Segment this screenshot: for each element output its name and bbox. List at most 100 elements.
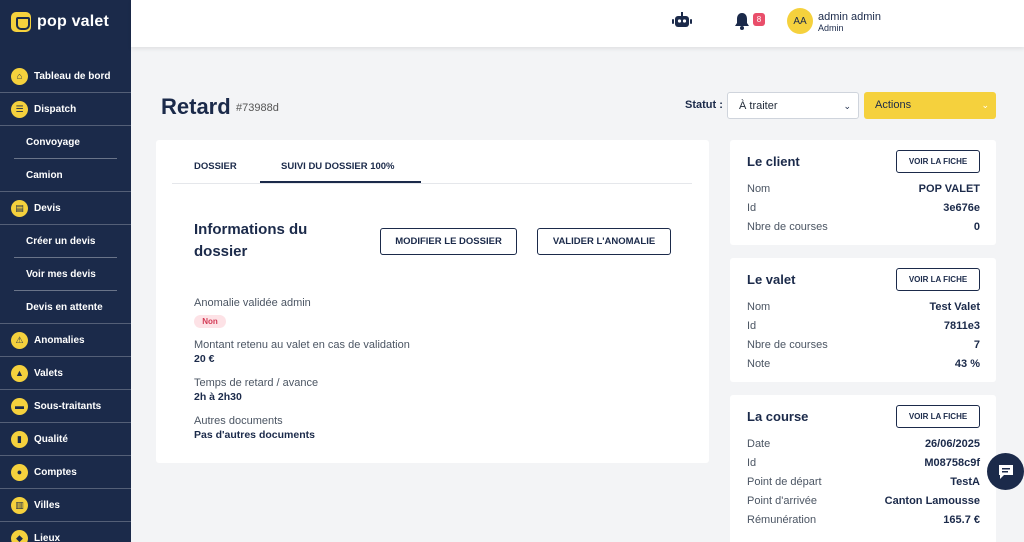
active-tab-indicator — [260, 181, 421, 183]
sidebar-item-creer-un-devis[interactable]: Créer un devis — [0, 225, 131, 258]
sidebar-item-label: Sous-traitants — [34, 400, 102, 412]
client-view-button[interactable]: VOIR LA FICHE — [896, 150, 980, 173]
robot-assistant-icon[interactable] — [672, 12, 692, 30]
warning-icon: ⚠ — [11, 331, 28, 349]
valet-row-label: Id — [747, 320, 757, 332]
sidebar-item-dispatch[interactable]: ☰ Dispatch — [0, 93, 131, 126]
client-card-title: Le client — [747, 154, 800, 169]
status-badge: Non — [194, 315, 226, 328]
client-row-label: Id — [747, 202, 757, 214]
valet-row-value: 43 % — [954, 358, 980, 370]
modify-dossier-button[interactable]: MODIFIER LE DOSSIER — [380, 228, 517, 255]
tab-divider — [172, 183, 692, 184]
sidebar-item-label: Qualité — [34, 433, 68, 445]
home-icon: ⌂ — [11, 67, 28, 85]
field-label-montant: Montant retenu au valet en cas de valida… — [194, 339, 410, 351]
tab-suivi-du-dossier[interactable]: SUIVI DU DOSSIER 100% — [281, 161, 395, 172]
client-row-value: 3e676e — [943, 202, 980, 214]
statut-select[interactable]: À traiter ⌄ — [727, 92, 859, 119]
car-icon: ▲ — [11, 364, 28, 382]
document-icon: ▤ — [11, 199, 28, 217]
page-title: Retard — [161, 94, 231, 119]
course-row-value: M08758c9f — [924, 457, 980, 469]
validate-anomaly-button[interactable]: VALIDER L'ANOMALIE — [537, 228, 671, 255]
sidebar-item-label: Créer un devis — [26, 236, 96, 247]
course-row-value: Canton Lamousse — [884, 495, 980, 507]
page-reference: #73988d — [236, 102, 279, 114]
sidebar-item-camion[interactable]: Camion — [0, 159, 131, 192]
sidebar-item-voir-mes-devis[interactable]: Voir mes devis — [0, 258, 131, 291]
brand-logo[interactable]: pop valet — [0, 0, 131, 44]
pin-icon: ◆ — [11, 529, 28, 542]
valet-row-label: Nom — [747, 301, 771, 313]
chat-button[interactable] — [987, 453, 1024, 490]
sidebar-item-qualite[interactable]: ▮ Qualité — [0, 423, 131, 456]
field-label-autres-documents: Autres documents — [194, 415, 283, 427]
course-row-value: TestA — [950, 476, 980, 488]
avatar[interactable]: AA — [787, 8, 813, 34]
client-row-label: Nbre de courses — [747, 221, 828, 233]
clipboard-icon: ▮ — [11, 430, 28, 448]
field-value-temps-retard: 2h à 2h30 — [194, 391, 242, 403]
course-view-button[interactable]: VOIR LA FICHE — [896, 405, 980, 428]
statut-value: À traiter — [739, 100, 778, 112]
sidebar-item-label: Comptes — [34, 466, 77, 478]
client-row-value: POP VALET — [918, 183, 980, 195]
sidebar-item-tableau-de-bord[interactable]: ⌂ Tableau de bord — [0, 60, 131, 93]
field-label-temps-retard: Temps de retard / avance — [194, 377, 319, 389]
sidebar-item-sous-traitants[interactable]: ▬ Sous-traitants — [0, 390, 131, 423]
sidebar-item-label: Tableau de bord — [34, 70, 111, 82]
course-row-label: Point de départ — [747, 476, 822, 488]
sidebar-item-label: Devis en attente — [26, 302, 103, 313]
section-title: Informations du dossier — [194, 221, 308, 260]
sidebar-item-label: Convoyage — [26, 137, 80, 148]
sidebar-item-devis-en-attente[interactable]: Devis en attente — [0, 291, 131, 324]
course-card-title: La course — [747, 409, 809, 424]
course-row-label: Rémunération — [747, 514, 817, 526]
sidebar-item-label: Devis — [34, 202, 61, 214]
city-icon: ▥ — [11, 496, 28, 514]
sidebar-item-devis[interactable]: ▤ Devis — [0, 192, 131, 225]
chevron-down-icon: ⌄ — [981, 100, 989, 110]
notification-count-badge: 8 — [753, 13, 765, 26]
sidebar-item-valets[interactable]: ▲ Valets — [0, 357, 131, 390]
valet-view-button[interactable]: VOIR LA FICHE — [896, 268, 980, 291]
sidebar: pop valet ⌂ Tableau de bord ☰ Dispatch Convo… — [0, 0, 131, 542]
sidebar-item-label: Villes — [34, 499, 60, 511]
bell-icon[interactable] — [734, 12, 750, 30]
sidebar-item-label: Lieux — [34, 532, 61, 542]
user-name[interactable]: admin admin — [818, 11, 881, 23]
course-row-label: Date — [747, 438, 771, 450]
pop-valet-logo-icon — [11, 12, 31, 32]
client-row-label: Nom — [747, 183, 771, 195]
sidebar-item-convoyage[interactable]: Convoyage — [0, 126, 131, 159]
valet-row-label: Nbre de courses — [747, 339, 828, 351]
brand-name: pop valet — [37, 13, 110, 30]
course-row-label: Id — [747, 457, 757, 469]
sidebar-item-comptes[interactable]: ● Comptes — [0, 456, 131, 489]
valet-row-value: 7811e3 — [943, 320, 980, 332]
valet-row-value: 7 — [973, 339, 980, 351]
sidebar-item-lieux[interactable]: ◆ Lieux — [0, 522, 131, 542]
sidebar-item-anomalies[interactable]: ⚠ Anomalies — [0, 324, 131, 357]
valet-row-label: Note — [747, 358, 771, 370]
sidebar-item-label: Dispatch — [34, 103, 77, 115]
field-value-montant: 20 € — [194, 353, 215, 365]
actions-dropdown-button[interactable]: Actions ⌄ — [864, 92, 996, 119]
tab-dossier[interactable]: DOSSIER — [194, 161, 237, 172]
list-icon: ☰ — [11, 100, 28, 118]
course-row-value: 26/06/2025 — [924, 438, 980, 450]
topbar — [131, 0, 1024, 47]
truck-icon: ▬ — [11, 397, 28, 415]
chat-bubble-icon — [998, 464, 1013, 479]
sidebar-item-label: Anomalies — [34, 334, 85, 346]
sidebar-item-label: Voir mes devis — [26, 269, 96, 280]
client-row-value: 0 — [973, 221, 980, 233]
field-value-autres-documents: Pas d'autres documents — [194, 429, 315, 441]
valet-card-title: Le valet — [747, 272, 796, 287]
sidebar-item-villes[interactable]: ▥ Villes — [0, 489, 131, 522]
field-label-anomalie-validee: Anomalie validée admin — [194, 297, 311, 309]
chevron-down-icon: ⌄ — [843, 101, 851, 111]
sidebar-nav: ⌂ Tableau de bord ☰ Dispatch Convoyage Camion… — [0, 60, 131, 542]
actions-label: Actions — [875, 99, 912, 111]
